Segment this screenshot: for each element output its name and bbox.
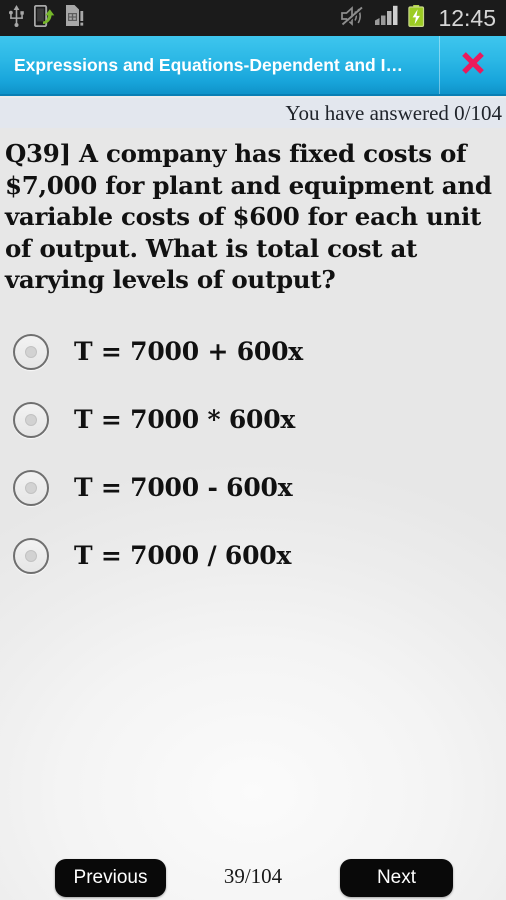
radio-button-3[interactable]	[13, 469, 49, 506]
answer-option-2[interactable]: T = 7000 * 600x	[0, 386, 506, 454]
status-bar-clock: 12:45	[438, 4, 496, 31]
status-bar-left-icons	[8, 4, 84, 32]
phone-transfer-icon	[33, 4, 55, 32]
answer-option-2-label: T = 7000 * 600x	[74, 405, 296, 435]
radio-button-4[interactable]	[13, 537, 49, 574]
answer-option-4[interactable]: T = 7000 / 600x	[0, 522, 506, 590]
radio-inner-dot	[25, 549, 37, 562]
usb-icon	[8, 4, 25, 32]
battery-charging-icon	[408, 4, 425, 32]
app-screen: 12:45 Expressions and Equations-Dependen…	[0, 0, 506, 900]
bottom-navigation-bar: Previous 39/104 Next	[0, 844, 506, 900]
answer-option-1[interactable]: T = 7000 + 600x	[0, 318, 506, 386]
signal-bars-icon	[375, 5, 399, 31]
close-icon	[460, 50, 486, 81]
answered-count-text: You have answered 0/104	[285, 100, 502, 125]
page-title: Expressions and Equations-Dependent and …	[14, 54, 403, 75]
answer-option-3[interactable]: T = 7000 - 600x	[0, 454, 506, 522]
status-bar-right-icons: 12:45	[341, 4, 496, 32]
mute-icon	[341, 5, 366, 31]
close-button[interactable]	[440, 36, 506, 94]
answer-option-3-label: T = 7000 - 600x	[74, 473, 293, 503]
app-title-bar: Expressions and Equations-Dependent and …	[0, 36, 506, 96]
radio-inner-dot	[25, 345, 37, 358]
radio-inner-dot	[25, 413, 37, 426]
radio-button-2[interactable]	[13, 401, 49, 438]
quiz-content: Q39] A company has fixed costs of $7,000…	[0, 128, 506, 900]
next-button[interactable]: Next	[340, 859, 453, 897]
android-status-bar: 12:45	[0, 0, 506, 36]
radio-button-1[interactable]	[13, 333, 49, 370]
question-text: Q39] A company has fixed costs of $7,000…	[5, 139, 492, 295]
radio-inner-dot	[25, 481, 37, 494]
answered-status-bar: You have answered 0/104	[0, 98, 506, 128]
answer-option-1-label: T = 7000 + 600x	[74, 337, 303, 367]
answer-option-4-label: T = 7000 / 600x	[74, 541, 292, 571]
answer-options-list: T = 7000 + 600x T = 7000 * 600x T = 7000…	[0, 318, 506, 590]
sim-card-alert-icon	[64, 4, 84, 32]
